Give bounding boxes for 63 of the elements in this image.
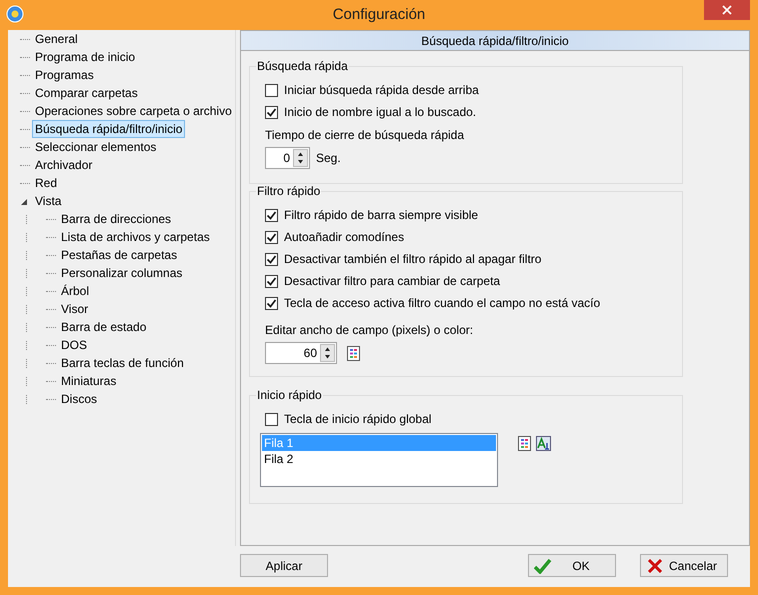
tree-item[interactable]: Barra teclas de función xyxy=(58,354,187,372)
field-value: 0 xyxy=(283,150,291,167)
checkbox-label: Tecla de acceso activa filtro cuando el campo no está vacío xyxy=(284,295,600,312)
font-icon[interactable] xyxy=(536,436,551,451)
list-row[interactable]: Fila 2 xyxy=(262,451,496,467)
tree-item[interactable]: Búsqueda rápida/filtro/inicio xyxy=(32,120,186,138)
tree-item[interactable]: General xyxy=(32,30,81,48)
close-icon xyxy=(648,558,662,572)
checkbox[interactable] xyxy=(265,230,278,244)
tree-item[interactable]: Operaciones sobre carpeta o archivo xyxy=(32,102,235,120)
checkbox-label: Tecla de inicio rápido global xyxy=(284,411,432,428)
checkbox-label: Autoañadir comodínes xyxy=(284,229,404,246)
checkbox-label: Desactivar filtro para cambiar de carpeta xyxy=(284,273,500,290)
checkbox[interactable] xyxy=(265,412,278,426)
tree-item[interactable]: Miniaturas xyxy=(58,372,120,390)
tree-item[interactable]: Archivador xyxy=(32,156,96,174)
checkbox[interactable] xyxy=(265,208,278,222)
window-title: Configuración xyxy=(332,4,426,25)
tree-item[interactable]: Pestañas de carpetas xyxy=(58,246,180,264)
checkbox[interactable] xyxy=(265,252,278,266)
tree-item[interactable]: Barra de estado xyxy=(58,318,150,336)
color-palette-icon[interactable] xyxy=(518,436,531,451)
apply-button[interactable]: Aplicar xyxy=(240,554,328,577)
tree-item[interactable]: Red xyxy=(32,174,60,192)
checkbox-label: Desactivar también el filtro rápido al apagar filtro xyxy=(284,251,542,268)
tree-item[interactable]: Discos xyxy=(58,390,100,408)
close-icon xyxy=(722,5,732,15)
tree-item[interactable]: Visor xyxy=(58,300,92,318)
color-palette-icon[interactable] xyxy=(347,346,360,360)
number-field[interactable]: 60 xyxy=(265,342,337,364)
tree-item[interactable]: Lista de archivos y carpetas xyxy=(58,228,213,246)
checkmark-icon xyxy=(534,558,552,574)
unit-label: Seg. xyxy=(316,150,341,167)
ok-button[interactable]: OK xyxy=(528,554,616,577)
tree-item[interactable]: Comparar carpetas xyxy=(32,84,141,102)
tree-item[interactable]: Programa de inicio xyxy=(32,48,138,66)
checkbox[interactable] xyxy=(265,274,278,288)
app-icon xyxy=(6,5,24,23)
checkbox-label: Inicio de nombre igual a lo buscado. xyxy=(284,104,476,121)
checkbox[interactable] xyxy=(265,84,278,96)
field-label: Editar ancho de campo (pixels) o color: xyxy=(265,322,474,339)
group-title: Inicio rápido xyxy=(256,388,323,402)
tree-item[interactable]: Personalizar columnas xyxy=(58,264,186,282)
tree-item[interactable]: Árbol xyxy=(58,282,92,300)
close-button[interactable] xyxy=(704,0,750,20)
checkbox-label: Iniciar búsqueda rápida desde arriba xyxy=(284,82,479,99)
field-value: 60 xyxy=(304,345,318,362)
tree-item[interactable]: Programas xyxy=(32,66,97,84)
checkbox-label: Filtro rápido de barra siempre visible xyxy=(284,207,478,224)
group-title: Búsqueda rápida xyxy=(256,59,349,73)
tree-item[interactable]: Barra de direcciones xyxy=(58,210,174,228)
spin-buttons[interactable] xyxy=(293,149,308,167)
tree-item[interactable]: Seleccionar elementos xyxy=(32,138,160,156)
tree-item[interactable]: Vista xyxy=(32,192,64,210)
field-label: Tiempo de cierre de búsqueda rápida xyxy=(265,127,466,144)
tree-item[interactable]: DOS xyxy=(58,336,90,354)
number-field[interactable]: 0 xyxy=(265,147,310,169)
cancel-button[interactable]: Cancelar xyxy=(640,554,728,577)
checkbox[interactable] xyxy=(265,296,278,310)
checkbox[interactable] xyxy=(265,106,278,118)
panel-title: Búsqueda rápida/filtro/inicio xyxy=(421,32,569,50)
group-title: Filtro rápido xyxy=(256,184,322,198)
spin-buttons[interactable] xyxy=(320,344,335,362)
